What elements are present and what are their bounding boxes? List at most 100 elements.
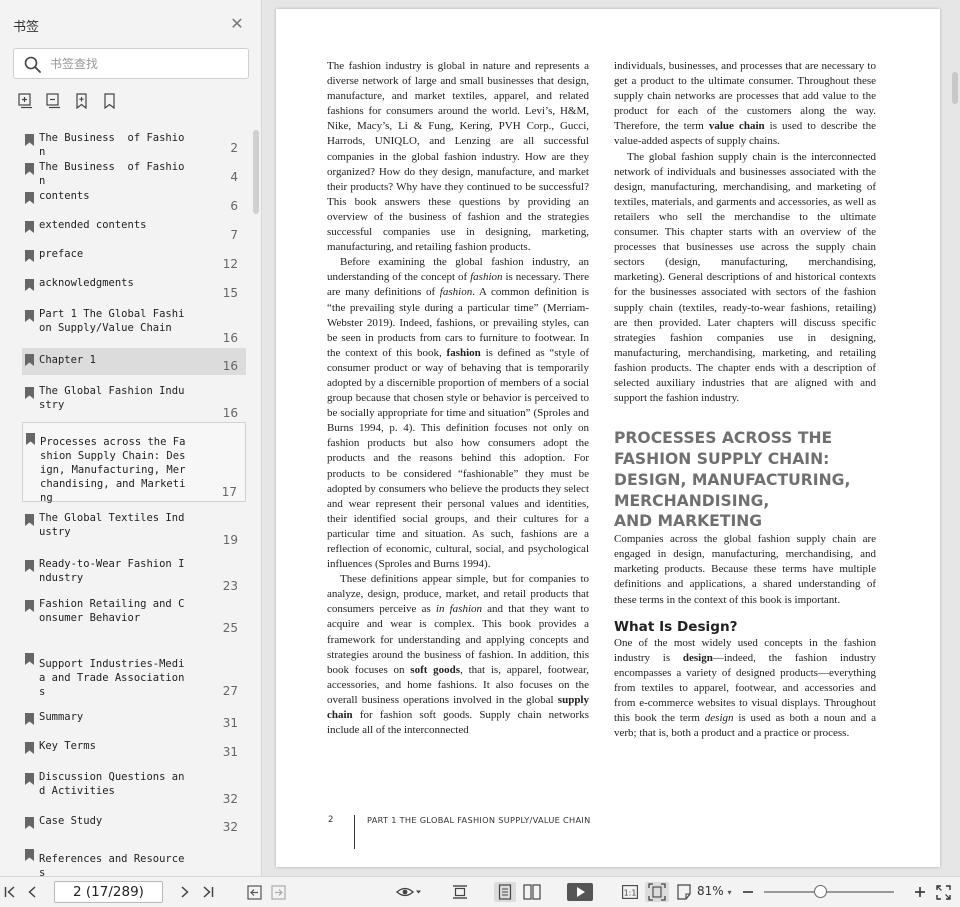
bookmark-list: The Business of Fashion 2 The Business o… bbox=[16, 128, 249, 876]
fullscreen-button[interactable] bbox=[934, 882, 952, 902]
page-turn-mode-button[interactable] bbox=[674, 882, 694, 902]
subsection-heading: What Is Design? bbox=[614, 618, 738, 635]
bookmark-item[interactable]: acknowledgments 15 bbox=[22, 276, 246, 302]
bookmark-label: Discussion Questions and Activities bbox=[39, 771, 185, 797]
bookmark-item[interactable]: Key Terms 31 bbox=[22, 739, 246, 761]
bookmark-item[interactable]: Summary 31 bbox=[22, 710, 246, 732]
paragraph: One of the most widely used concepts in … bbox=[614, 636, 876, 740]
minus-icon bbox=[743, 891, 753, 893]
bookmark-panel: 书签 ✕ The Busines bbox=[0, 0, 262, 876]
first-page-button[interactable] bbox=[2, 882, 18, 902]
bookmark-page: 27 bbox=[222, 684, 238, 698]
bookmark-page: 19 bbox=[222, 533, 238, 547]
left-text-column: The fashion industry is global in nature… bbox=[327, 59, 589, 738]
bookmark-item[interactable]: Processes across the Fashion Supply Chai… bbox=[22, 422, 246, 504]
bookmark-label: The Global Fashion Industry bbox=[39, 385, 185, 411]
bookmark-page: 7 bbox=[230, 228, 238, 242]
section-heading: PROCESSES ACROSS THE FASHION SUPPLY CHAI… bbox=[614, 429, 851, 531]
last-page-button[interactable] bbox=[200, 882, 216, 902]
document-scrollbar-thumb[interactable] bbox=[952, 72, 958, 104]
expand-all-icon[interactable] bbox=[18, 93, 33, 109]
bookmark-flag-icon bbox=[25, 192, 34, 204]
bookmark-item-selected[interactable]: Chapter 1 16 bbox=[22, 348, 246, 375]
bookmark-page: 25 bbox=[222, 621, 238, 635]
zoom-level-dropdown[interactable]: 81% ▾ bbox=[697, 884, 732, 898]
bookmark-page: 23 bbox=[222, 579, 238, 593]
bookmark-label: Processes across the Fashion Supply Chai… bbox=[40, 436, 186, 504]
bookmark-label: Ready-to-Wear Fashion Industry bbox=[39, 558, 185, 584]
actual-size-button[interactable]: 1:1 bbox=[620, 882, 640, 902]
chevron-down-icon: ▾ bbox=[727, 888, 732, 897]
bookmark-page: 4 bbox=[230, 170, 238, 184]
bookmark-search-input[interactable] bbox=[50, 54, 240, 74]
page-number: 2 bbox=[328, 815, 334, 825]
bookmark-page: 16 bbox=[222, 359, 238, 373]
bookmark-item[interactable]: extended contents 7 bbox=[22, 218, 246, 244]
close-icon[interactable]: ✕ bbox=[229, 16, 245, 32]
single-page-button[interactable] bbox=[494, 882, 516, 902]
bookmark-label: Support Industries-Media and Trade Assoc… bbox=[39, 658, 185, 698]
bookmark-item[interactable]: References and Resources 33 bbox=[22, 846, 246, 876]
read-mode-button[interactable] bbox=[394, 882, 424, 902]
bookmark-item[interactable]: Part 1 The Global Fashion Supply/Value C… bbox=[22, 307, 246, 347]
eye-icon bbox=[396, 887, 421, 897]
back-arrow-icon bbox=[246, 884, 262, 900]
document-viewport[interactable]: The fashion industry is global in nature… bbox=[263, 0, 960, 876]
bookmark-item[interactable]: The Business of Fashion 2 bbox=[22, 131, 246, 158]
document-page: The fashion industry is global in nature… bbox=[276, 9, 940, 867]
bookmark-item[interactable]: Fashion Retailing and Consumer Behavior … bbox=[22, 597, 246, 637]
bookmark-page: 16 bbox=[222, 406, 238, 420]
bookmark-scrollbar-thumb[interactable] bbox=[253, 130, 259, 214]
bookmark-flag-icon bbox=[25, 600, 34, 612]
bookmark-item[interactable]: Support Industries-Media and Trade Assoc… bbox=[22, 650, 246, 700]
bookmark-item[interactable]: preface 12 bbox=[22, 247, 246, 273]
bookmark-icon[interactable] bbox=[102, 93, 117, 109]
bookmark-page: 15 bbox=[222, 286, 238, 300]
bookmark-label: Case Study bbox=[39, 815, 103, 827]
bookmark-item[interactable]: Ready-to-Wear Fashion Industry 23 bbox=[22, 557, 246, 595]
zoom-slider-handle[interactable] bbox=[814, 885, 827, 898]
zoom-in-button[interactable] bbox=[912, 882, 928, 902]
next-page-button[interactable] bbox=[177, 882, 193, 902]
svg-text:1:1: 1:1 bbox=[624, 889, 637, 898]
bookmark-flag-icon bbox=[25, 713, 34, 725]
bookmark-item[interactable]: The Global Textiles Industry 19 bbox=[22, 511, 246, 549]
zoom-out-button[interactable] bbox=[741, 882, 755, 902]
bookmark-search-box[interactable] bbox=[13, 48, 249, 79]
bookmark-page: 31 bbox=[222, 716, 238, 730]
fit-width-button[interactable] bbox=[450, 882, 470, 902]
bookmark-item[interactable]: contents 6 bbox=[22, 189, 246, 215]
bookmark-flag-icon bbox=[25, 849, 34, 861]
bookmark-page: 32 bbox=[222, 792, 238, 806]
bookmark-item[interactable]: Case Study 32 bbox=[22, 814, 246, 836]
bookmark-item[interactable]: The Business of Fashion 4 bbox=[22, 160, 246, 187]
bookmark-flag-icon bbox=[25, 653, 34, 665]
back-view-button[interactable] bbox=[245, 882, 263, 902]
bookmark-label: preface bbox=[39, 248, 84, 260]
collapse-all-icon[interactable] bbox=[46, 93, 61, 109]
paragraph: Companies across the global fashion supp… bbox=[614, 533, 876, 606]
two-page-button[interactable] bbox=[521, 882, 543, 902]
previous-page-button[interactable] bbox=[24, 882, 40, 902]
bookmark-item[interactable]: The Global Fashion Industry 16 bbox=[22, 384, 246, 422]
paragraph: The global fashion supply chain is the i… bbox=[614, 150, 876, 405]
bookmark-flag-icon bbox=[25, 560, 34, 572]
bookmark-label: acknowledgments bbox=[39, 277, 134, 289]
bookmark-flag-icon bbox=[25, 773, 34, 785]
actual-size-icon: 1:1 bbox=[622, 885, 638, 899]
bookmark-flag-icon bbox=[25, 163, 34, 175]
page-number-input[interactable] bbox=[54, 881, 163, 903]
bookmark-flag-icon bbox=[25, 354, 34, 366]
search-icon bbox=[24, 56, 41, 73]
zoom-slider-track[interactable] bbox=[764, 891, 894, 893]
forward-view-button[interactable] bbox=[269, 882, 287, 902]
bookmark-flag-icon bbox=[25, 742, 34, 754]
bookmark-label: Fashion Retailing and Consumer Behavior bbox=[39, 598, 185, 624]
bookmark-item[interactable]: Discussion Questions and Activities 32 bbox=[22, 770, 246, 808]
play-slideshow-button[interactable] bbox=[566, 882, 594, 902]
bookmark-flag-icon bbox=[25, 817, 34, 829]
add-bookmark-icon[interactable] bbox=[74, 93, 89, 109]
bookmark-label: References and Resources bbox=[39, 853, 185, 876]
fullscreen-icon bbox=[935, 884, 951, 900]
fit-page-button[interactable] bbox=[645, 882, 669, 902]
